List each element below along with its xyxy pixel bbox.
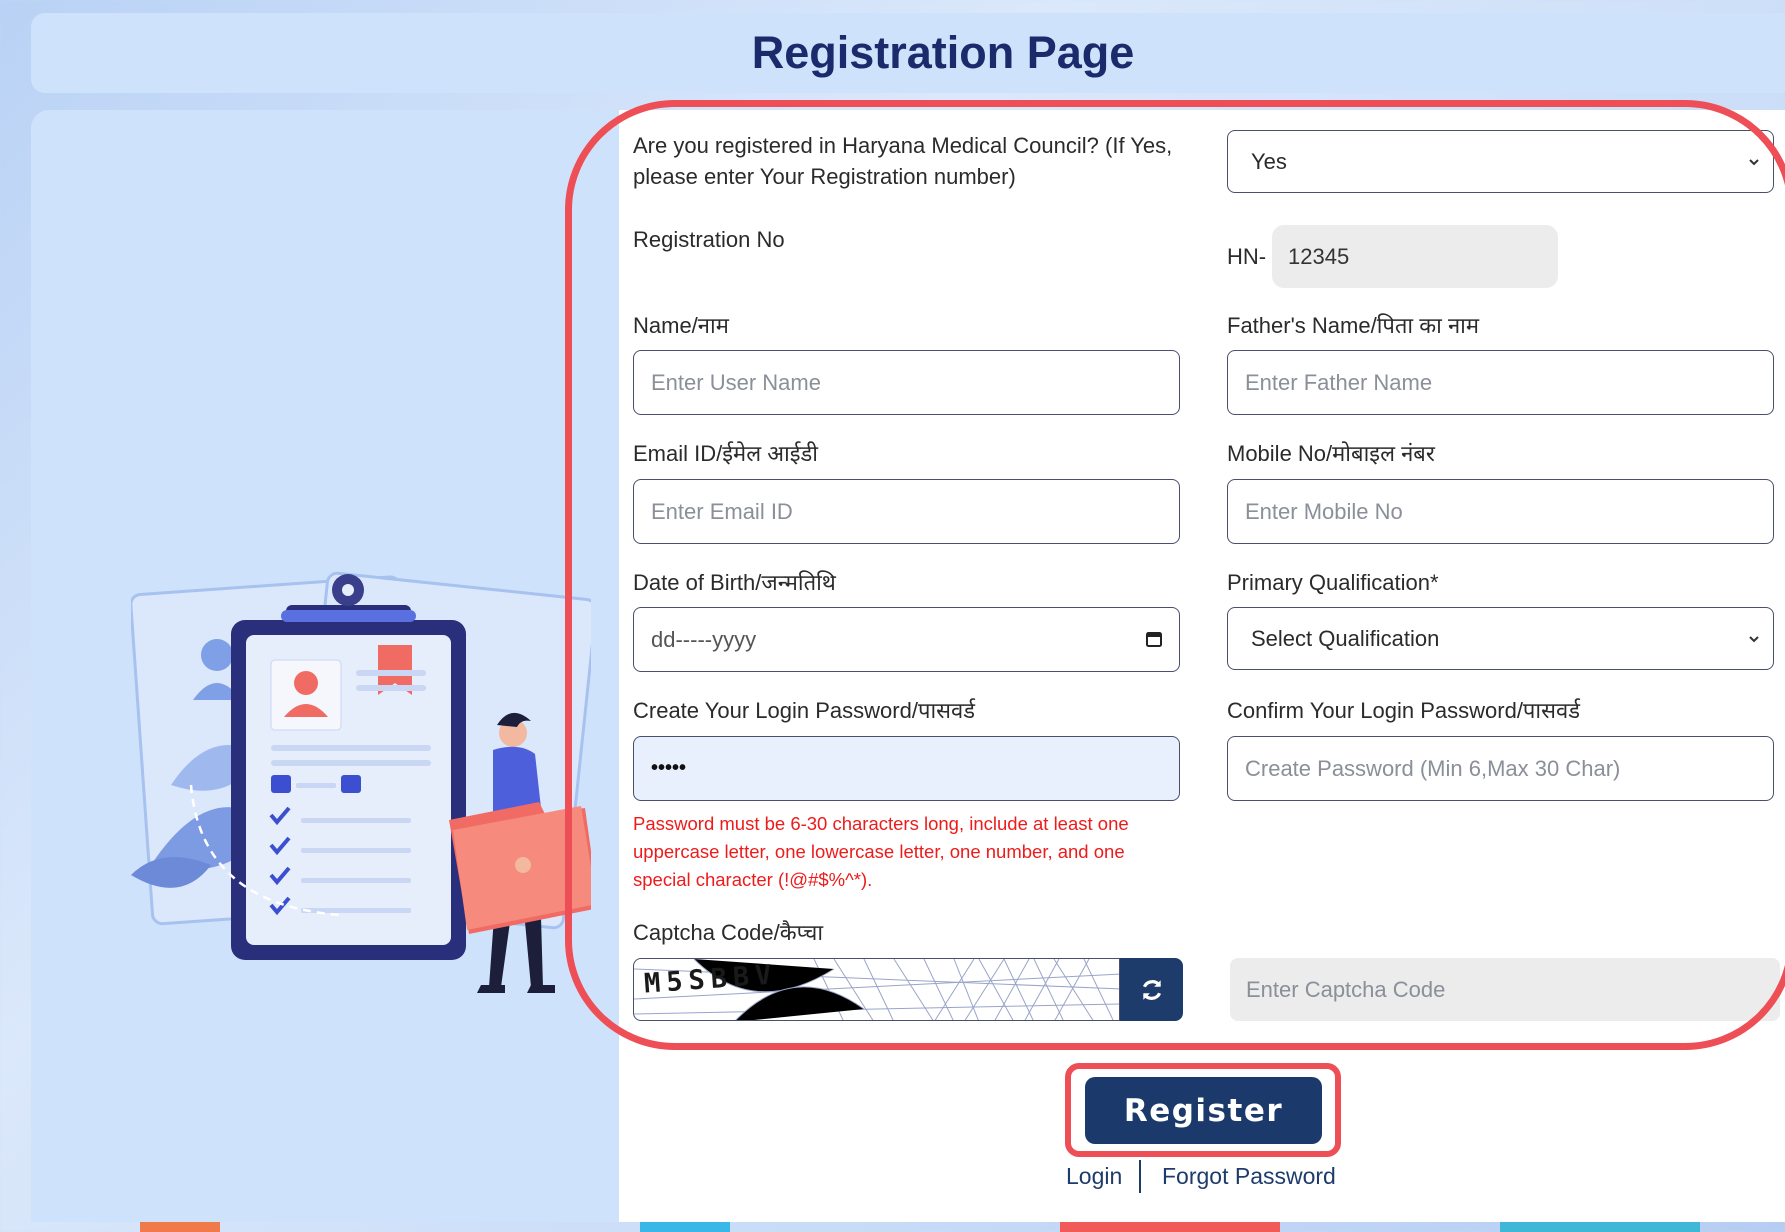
page-title: Registration Page: [751, 27, 1135, 78]
form-highlight-outline: [565, 100, 1785, 1050]
forgot-password-link[interactable]: Forgot Password: [1162, 1163, 1336, 1190]
header-bar: Registration Page: [31, 13, 1785, 93]
clipboard-illustration: [131, 571, 591, 993]
login-link[interactable]: Login: [1066, 1163, 1122, 1190]
illustration-panel: [31, 110, 619, 1222]
link-divider: [1139, 1160, 1141, 1193]
register-highlight-outline: [1065, 1063, 1341, 1157]
